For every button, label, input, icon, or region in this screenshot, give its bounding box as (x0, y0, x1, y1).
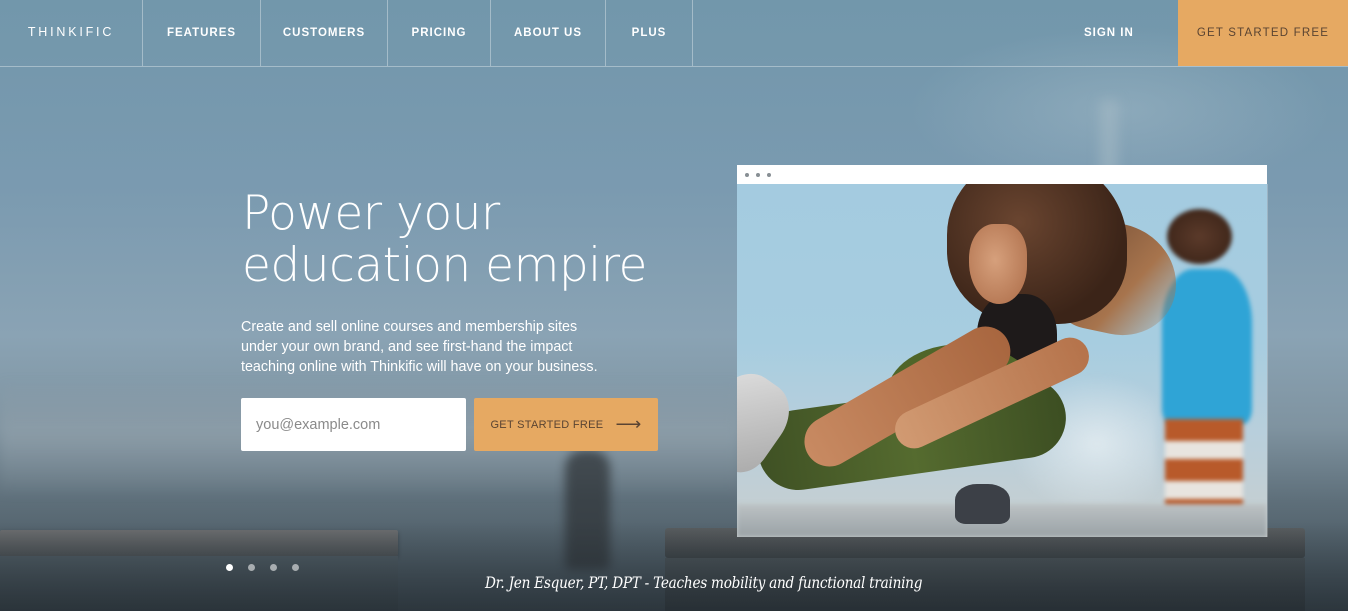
slider-pagination (226, 564, 299, 571)
slider-dot-4[interactable] (292, 564, 299, 571)
browser-mockup (737, 165, 1268, 537)
browser-edge (1267, 184, 1268, 537)
window-dot-icon (756, 172, 760, 177)
nav-item-customers[interactable]: CUSTOMERS (261, 0, 388, 66)
photo-child-shirt (1162, 269, 1252, 424)
hero-cta-label: GET STARTED FREE (490, 418, 604, 431)
nav-item-features[interactable]: FEATURES (143, 0, 261, 66)
hero-get-started-button[interactable]: GET STARTED FREE ⟶ (474, 398, 658, 451)
hero-title: Power your education empire (242, 186, 647, 293)
arrow-right-icon: ⟶ (615, 413, 642, 434)
window-dot-icon (745, 172, 749, 177)
slider-dot-2[interactable] (248, 564, 255, 571)
photo-person-face (969, 224, 1027, 304)
instructor-caption: Dr. Jen Esquer, PT, DPT - Teaches mobili… (485, 574, 923, 592)
slider-dot-3[interactable] (270, 564, 277, 571)
nav-item-plus[interactable]: PLUS (606, 0, 693, 66)
thinkific-logo[interactable]: THINKIFIC (0, 0, 143, 66)
nav-item-about-us[interactable]: ABOUT US (491, 0, 606, 66)
email-input[interactable] (241, 398, 466, 451)
photo-child-head (1167, 209, 1232, 264)
top-navigation: THINKIFIC FEATURES CUSTOMERS PRICING ABO… (0, 0, 1348, 67)
window-dot-icon (767, 172, 771, 177)
instructor-photo (737, 184, 1267, 537)
photo-shoe-right (955, 484, 1010, 524)
nav-item-pricing[interactable]: PRICING (388, 0, 491, 66)
browser-title-bar (737, 165, 1267, 184)
slider-dot-1[interactable] (226, 564, 233, 571)
nav-get-started-button[interactable]: GET STARTED FREE (1178, 0, 1348, 66)
sign-in-link[interactable]: SIGN IN (1078, 0, 1178, 66)
hero-subtitle: Create and sell online courses and membe… (241, 319, 598, 375)
